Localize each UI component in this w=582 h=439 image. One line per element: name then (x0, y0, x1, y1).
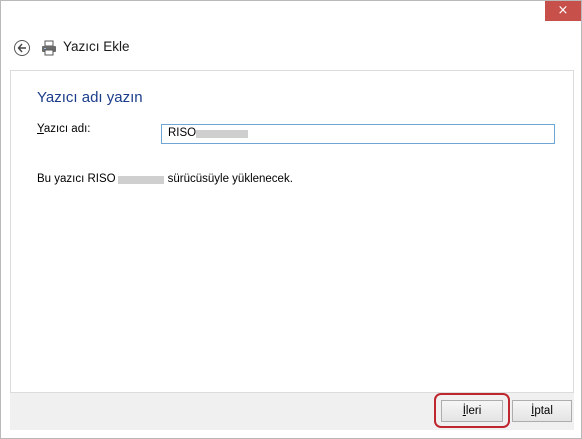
printer-icon (42, 40, 56, 56)
printer-name-label-access-key: Y (37, 123, 44, 135)
back-button[interactable] (14, 40, 30, 56)
close-button[interactable]: × (545, 1, 581, 21)
driver-message: Bu yazıcı RISO sürücüsüyle yüklenecek. (37, 173, 293, 185)
close-icon: × (557, 3, 569, 18)
redacted-driver-name (118, 176, 164, 184)
cancel-button[interactable]: İptal (512, 400, 572, 422)
cancel-button-label: ptal (534, 405, 553, 417)
window-title: Yazıcı Ekle (63, 39, 130, 54)
next-button-label: leri (465, 405, 482, 417)
next-button[interactable]: İleri (441, 400, 503, 422)
content-panel (10, 70, 574, 392)
driver-message-prefix: Bu yazıcı RISO (37, 173, 116, 185)
printer-name-label: Yazıcı adı: (37, 123, 91, 135)
back-arrow-icon (17, 43, 26, 53)
printer-name-label-text: azıcı adı: (43, 123, 91, 135)
printer-name-value: RISO (168, 127, 197, 139)
add-printer-dialog: × Yazıcı Ekle Yazıcı adı yazın Yazıcı ad… (0, 0, 582, 439)
redacted-model-name (196, 130, 248, 138)
driver-message-suffix: sürücüsüyle yüklenecek. (167, 173, 293, 185)
page-heading: Yazıcı adı yazın (37, 89, 143, 106)
